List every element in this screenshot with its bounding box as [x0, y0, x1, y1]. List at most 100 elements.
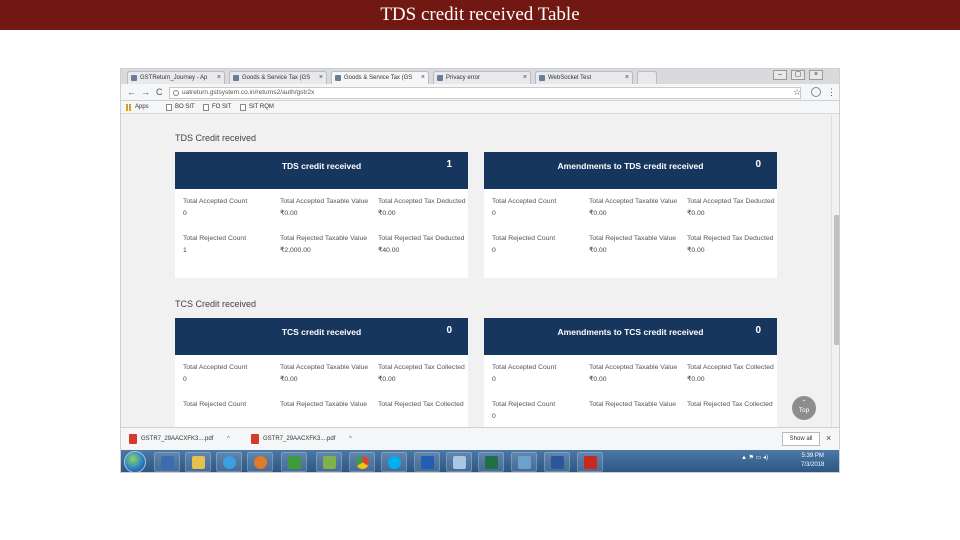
- page-favicon-icon: [233, 75, 239, 81]
- taskbar-app-12[interactable]: [511, 452, 537, 472]
- scrollbar-thumb[interactable]: [834, 215, 839, 345]
- page-content: TDS Credit received TDS credit received …: [121, 115, 831, 438]
- taskbar-clock[interactable]: 5:39 PM 7/3/2018: [801, 452, 824, 470]
- close-tab-icon[interactable]: ×: [421, 72, 425, 84]
- page-scrollbar[interactable]: [831, 115, 839, 427]
- cell-value: 0: [183, 209, 187, 217]
- card-title: Amendments to TCS credit received: [557, 327, 704, 337]
- cell-label: Total Rejected Taxable Value: [280, 401, 368, 408]
- chrome-icon: [356, 456, 369, 469]
- cell-value: ₹0.00: [280, 375, 298, 383]
- close-tab-icon[interactable]: ×: [217, 72, 221, 84]
- cell-label: Total Accepted Taxable Value: [589, 364, 678, 371]
- url-text: uatreturn.gstsystem.co.in/returns2/auth/…: [182, 89, 315, 96]
- cell-value: 0: [183, 375, 187, 383]
- taskbar-media[interactable]: [247, 452, 273, 472]
- close-downloads-icon[interactable]: ×: [826, 433, 831, 443]
- system-tray[interactable]: ▲ ⚑ ▭ ◂): [741, 454, 768, 461]
- tab-websocket-test[interactable]: WebSocket Test ×: [535, 71, 633, 84]
- taskbar-money[interactable]: [281, 452, 307, 472]
- cell-value: ₹0.00: [589, 375, 607, 383]
- url-input[interactable]: uatreturn.gstsystem.co.in/returns2/auth/…: [169, 87, 801, 99]
- cell-label: Total Rejected Tax Deducted: [378, 235, 465, 242]
- cell-value: ₹0.00: [687, 209, 705, 217]
- close-tab-icon[interactable]: ×: [625, 72, 629, 84]
- reload-icon[interactable]: C: [156, 87, 163, 97]
- card-header: Amendments to TDS credit received 0: [484, 152, 777, 189]
- cell-value: ₹0.00: [687, 246, 705, 254]
- card-count: 0: [755, 159, 761, 170]
- cell-label: Total Accepted Tax Deducted: [687, 198, 775, 205]
- scroll-to-top-button[interactable]: ⌃ Top: [792, 396, 816, 420]
- cell-label: Total Rejected Count: [492, 401, 556, 408]
- card-header: TDS credit received 1: [175, 152, 468, 189]
- accepted-count-cell: Total Accepted Count 0: [183, 363, 273, 385]
- rejected-count-cell: Total Rejected Count 1: [183, 234, 273, 256]
- show-all-button[interactable]: Show all: [782, 432, 820, 446]
- download-item-2[interactable]: GSTR7_29AACXFK3....pdf ^: [251, 433, 352, 446]
- extension-icon[interactable]: [811, 87, 821, 97]
- excel-icon: [485, 456, 498, 469]
- tab-privacy-error[interactable]: Privacy error ×: [433, 71, 531, 84]
- chevron-up-icon[interactable]: ^: [227, 436, 230, 442]
- rejected-count-cell: Total Rejected Count 0: [492, 400, 582, 422]
- start-button[interactable]: [124, 451, 146, 472]
- bookmark-apps[interactable]: Apps: [126, 102, 149, 113]
- taskbar-skype[interactable]: [381, 452, 407, 472]
- taskbar-chrome[interactable]: [349, 452, 375, 472]
- card-count: 0: [446, 325, 452, 336]
- slide-title: TDS credit received Table: [0, 0, 960, 30]
- taskbar-excel[interactable]: [478, 452, 504, 472]
- tcs-credit-card[interactable]: TCS credit received 0 Total Accepted Cou…: [175, 318, 468, 438]
- download-filename: GSTR7_29AACXFK3....pdf: [141, 436, 214, 442]
- tab-label: Goods & Service Tax (GS: [344, 75, 413, 81]
- close-tab-icon[interactable]: ×: [523, 72, 527, 84]
- tab-gstreturn-journey[interactable]: GSTReturn_Journey - Ap ×: [127, 71, 225, 84]
- download-item-1[interactable]: GSTR7_29AACXFK3....pdf ^: [129, 433, 230, 446]
- close-tab-icon[interactable]: ×: [319, 72, 323, 84]
- page-favicon-icon: [131, 75, 137, 81]
- taskbar-app-6[interactable]: [316, 452, 342, 472]
- close-window-icon[interactable]: ×: [809, 70, 823, 80]
- taskbar-ie[interactable]: [216, 452, 242, 472]
- card-title: TCS credit received: [281, 327, 362, 337]
- taskbar-app-10[interactable]: [446, 452, 472, 472]
- chevron-up-icon[interactable]: ^: [349, 436, 352, 442]
- card-header: Amendments to TCS credit received 0: [484, 318, 777, 355]
- minimize-icon[interactable]: –: [773, 70, 787, 80]
- tds-credit-card[interactable]: TDS credit received 1 Total Accepted Cou…: [175, 152, 468, 278]
- taskbar-explorer[interactable]: [185, 452, 211, 472]
- taskbar-outlook[interactable]: [414, 452, 440, 472]
- ie-icon: [223, 456, 236, 469]
- tcs-amendments-card[interactable]: Amendments to TCS credit received 0 Tota…: [484, 318, 777, 438]
- forward-icon[interactable]: →: [141, 87, 150, 97]
- maximize-icon[interactable]: ▢: [791, 70, 805, 80]
- page-icon: [203, 104, 209, 111]
- cell-label: Total Accepted Taxable Value: [280, 364, 369, 371]
- rejected-tax-cell: Total Rejected Tax Collected: [687, 400, 777, 411]
- cell-value: ₹0.00: [589, 209, 607, 217]
- cell-label: Total Rejected Tax Collected: [687, 401, 773, 408]
- menu-icon[interactable]: ⋮: [827, 87, 836, 97]
- info-icon[interactable]: [173, 90, 179, 96]
- card-count: 0: [755, 325, 761, 336]
- bookmark-sit-rqm[interactable]: SIT RQM: [240, 102, 274, 113]
- bookmark-fo-sit[interactable]: FO SIT: [203, 102, 231, 113]
- rejected-value-cell: Total Rejected Taxable Value: [589, 400, 679, 411]
- cell-label: Total Accepted Taxable Value: [589, 198, 678, 205]
- pdf-file-icon: [129, 434, 137, 444]
- cell-value: 0: [492, 412, 496, 420]
- taskbar-word[interactable]: [544, 452, 570, 472]
- tab-gst-2-active[interactable]: Goods & Service Tax (GS ×: [331, 71, 429, 84]
- bookmark-star-icon[interactable]: ☆: [793, 87, 801, 97]
- tds-amendments-card[interactable]: Amendments to TDS credit received 0 Tota…: [484, 152, 777, 278]
- tab-gst-1[interactable]: Goods & Service Tax (GS ×: [229, 71, 327, 84]
- back-icon[interactable]: ←: [127, 87, 136, 97]
- card-title: Amendments to TDS credit received: [557, 161, 704, 171]
- new-tab-button[interactable]: [637, 71, 657, 84]
- taskbar-acrobat[interactable]: [577, 452, 603, 472]
- cell-label: Total Rejected Count: [183, 235, 247, 242]
- bookmark-bo-sit[interactable]: BO SIT: [166, 102, 195, 113]
- accepted-tax-cell: Total Accepted Tax Deducted ₹0.00: [378, 197, 468, 219]
- taskbar-app-1[interactable]: [154, 452, 180, 472]
